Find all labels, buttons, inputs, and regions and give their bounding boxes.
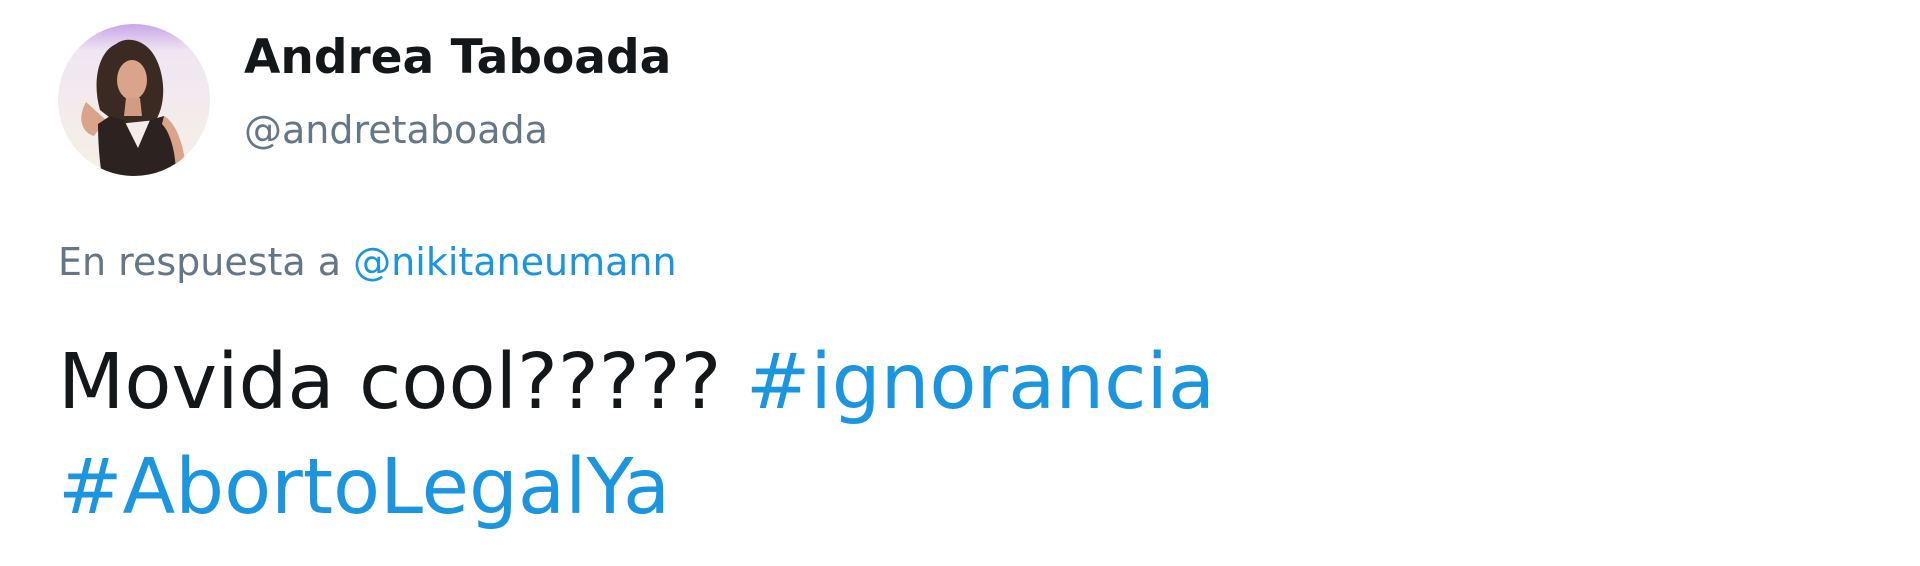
hashtag-ignorancia[interactable]: #ignorancia bbox=[746, 338, 1215, 427]
reply-prefix: En respuesta a bbox=[58, 240, 342, 284]
avatar-image bbox=[58, 24, 210, 176]
reply-mention-link[interactable]: @nikitaneumann bbox=[353, 240, 676, 284]
display-name[interactable]: Andrea Taboada bbox=[244, 30, 671, 86]
tweet-card: Andrea Taboada @andretaboada En respuest… bbox=[0, 0, 1920, 566]
tweet-body-text: Movida cool????? bbox=[58, 338, 722, 427]
tweet-text: Movida cool????? #ignorancia #AbortoLega… bbox=[58, 330, 1858, 540]
hashtag-abortolegalya[interactable]: #AbortoLegalYa bbox=[58, 443, 670, 532]
user-handle[interactable]: @andretaboada bbox=[244, 108, 548, 154]
avatar[interactable] bbox=[58, 24, 210, 176]
reply-context: En respuesta a @nikitaneumann bbox=[58, 240, 677, 286]
